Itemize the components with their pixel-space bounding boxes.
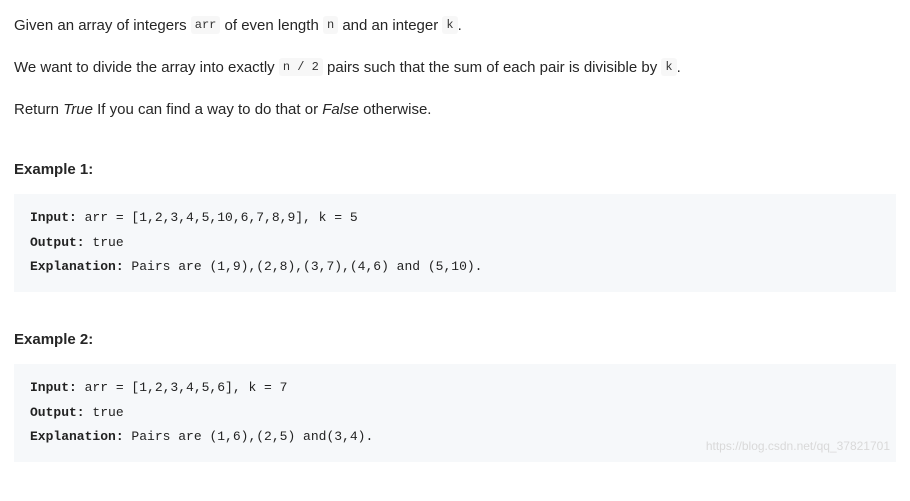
output-text: true [85,235,124,250]
text: pairs such that the sum of each pair is … [323,59,662,76]
problem-paragraph-2: We want to divide the array into exactly… [14,56,896,80]
input-label: Input: [30,210,77,225]
explanation-text: Pairs are (1,9),(2,8),(3,7),(4,6) and (5… [124,259,483,274]
text: Given an array of integers [14,17,191,34]
code-n: n [323,16,338,34]
output-label: Output: [30,405,85,420]
text: Return [14,101,63,118]
keyword-false: False [322,101,359,118]
explanation-label: Explanation: [30,259,124,274]
text: . [677,59,681,76]
example-1-heading: Example 1: [14,158,896,182]
text: We want to divide the array into exactly [14,59,279,76]
explanation-text: Pairs are (1,6),(2,5) and(3,4). [124,429,374,444]
text: If you can find a way to do that or [93,101,322,118]
problem-paragraph-1: Given an array of integers arr of even l… [14,14,896,38]
input-label: Input: [30,380,77,395]
text: . [458,17,462,34]
input-text: arr = [1,2,3,4,5,10,6,7,8,9], k = 5 [77,210,358,225]
problem-paragraph-3: Return True If you can find a way to do … [14,98,896,122]
code-k: k [442,16,457,34]
code-arr: arr [191,16,221,34]
watermark-text: https://blog.csdn.net/qq_37821701 [706,435,890,458]
code-k: k [661,58,676,76]
keyword-true: True [63,101,93,118]
text: and an integer [338,17,442,34]
input-text: arr = [1,2,3,4,5,6], k = 7 [77,380,288,395]
explanation-label: Explanation: [30,429,124,444]
text: otherwise. [359,101,432,118]
output-label: Output: [30,235,85,250]
text: of even length [220,17,323,34]
output-text: true [85,405,124,420]
example-2-heading: Example 2: [14,328,896,352]
code-n-half: n / 2 [279,58,323,76]
example-1-block: Input: arr = [1,2,3,4,5,10,6,7,8,9], k =… [14,194,896,292]
example-2-block: Input: arr = [1,2,3,4,5,6], k = 7 Output… [14,364,896,462]
